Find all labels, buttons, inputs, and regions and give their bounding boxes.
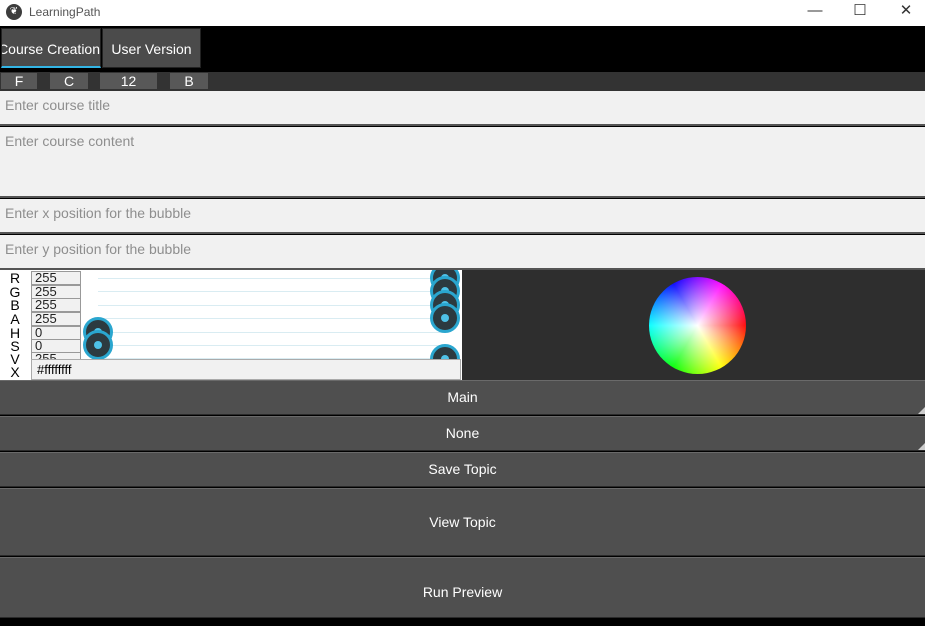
bubble-y-input[interactable]: Enter y position for the bubble [0,235,925,270]
hue-input[interactable]: 0 [31,326,81,340]
color-wheel[interactable] [649,277,746,374]
font-size-button[interactable]: 12 [100,73,157,89]
bubble-x-input[interactable]: Enter x position for the bubble [0,199,925,234]
kivy-logo-icon: ❦ [6,4,22,20]
green-input[interactable]: 255 [31,285,81,299]
close-icon[interactable]: ✕ [883,0,925,26]
color-button[interactable]: C [50,73,88,89]
maximize-icon[interactable]: ☐ [837,0,883,26]
none-dropdown[interactable]: None [0,416,925,451]
dropdown-corner-icon [918,407,925,414]
course-title-input[interactable]: Enter course title [0,91,925,126]
none-dropdown-label: None [445,425,480,441]
label-b: B [10,297,20,313]
red-slider-track[interactable] [98,278,446,279]
green-slider-track[interactable] [98,291,446,292]
hex-color-input[interactable]: #ffffffff [31,359,461,380]
red-input[interactable]: 255 [31,271,81,285]
label-a: A [10,311,20,327]
label-x: X [10,364,20,380]
tab-label: Course Creation [1,41,100,57]
hue-slider-track[interactable] [98,332,446,333]
alpha-input[interactable]: 255 [31,312,81,326]
window-title: LearningPath [29,5,101,19]
view-topic-button[interactable]: View Topic [0,488,925,556]
alpha-slider-handle[interactable] [430,303,460,333]
channel-labels: R G B A H S V X [0,270,32,380]
tab-strip: Course Creation User Version [0,26,925,72]
main-dropdown[interactable]: Main [0,380,925,415]
color-picker-sliders: R G B A H S V X 255 255 255 255 0 0 255 … [0,270,462,380]
minimize-icon[interactable]: — [792,0,838,26]
color-wheel-panel [462,270,925,380]
tab-user-version[interactable]: User Version [102,28,201,68]
alpha-slider-track[interactable] [98,318,446,319]
tab-course-creation[interactable]: Course Creation [1,28,101,68]
run-preview-button[interactable]: Run Preview [0,557,925,618]
blue-input[interactable]: 255 [31,298,81,312]
course-content-input[interactable]: Enter course content [0,127,925,198]
blue-slider-track[interactable] [98,305,446,306]
dropdown-corner-icon [918,443,925,450]
main-dropdown-label: Main [447,389,478,405]
window-titlebar: ❦ LearningPath — ☐ ✕ [0,0,925,26]
saturation-slider-track[interactable] [98,345,446,346]
saturation-input[interactable]: 0 [31,339,81,353]
bold-button[interactable]: B [170,73,208,89]
formatting-toolbar: F C 12 B [0,72,925,91]
saturation-slider-handle[interactable] [83,330,113,360]
save-topic-button[interactable]: Save Topic [0,452,925,487]
font-button[interactable]: F [1,73,37,89]
label-r: R [9,270,21,286]
